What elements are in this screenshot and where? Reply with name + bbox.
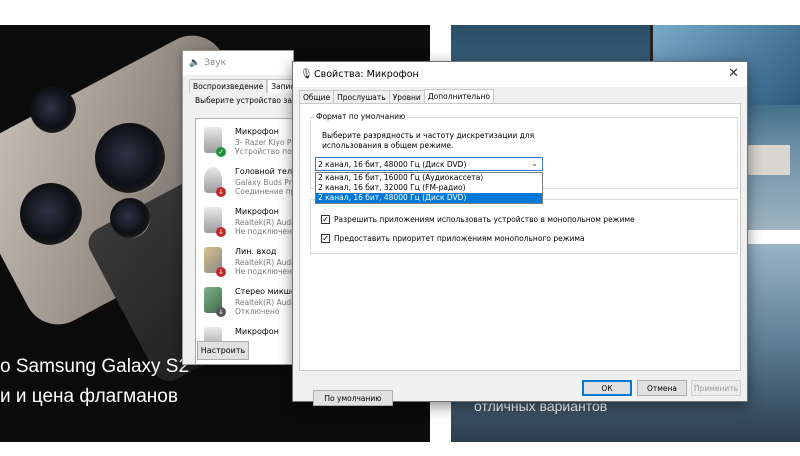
format-option[interactable]: 2 канал, 16 бит, 32000 Гц (FM-радио) xyxy=(316,183,542,193)
default-format-select[interactable]: 2 канал, 16 бит, 48000 Гц (Диск DVD) ⌄ xyxy=(315,157,543,171)
device-driver: Realtek(R) Audio xyxy=(235,218,294,227)
device-driver: Galaxy Buds Pro xyxy=(235,178,294,187)
tab-playback[interactable]: Воспроизведение xyxy=(189,79,268,93)
article-title-line2: и и цена флагманов xyxy=(0,386,178,407)
exclusive-priority-row[interactable]: ✓ Предоставить приоритет приложениям мон… xyxy=(321,234,585,243)
device-item[interactable]: ↓ Микрофон Realtek(R) Audio Не подключен… xyxy=(196,203,294,243)
default-format-selected: 2 канал, 16 бит, 48000 Гц (Диск DVD) xyxy=(318,159,467,169)
exclusive-priority-checkbox[interactable]: ✓ xyxy=(321,234,330,243)
device-state: Не подключено xyxy=(235,227,294,236)
format-option-selected[interactable]: 2 канал, 16 бит, 48000 Гц (Диск DVD) xyxy=(316,193,542,203)
chevron-down-icon: ⌄ xyxy=(531,159,538,168)
device-item[interactable]: ↓ Лин. вход Realtek(R) Audio Не подключе… xyxy=(196,243,294,283)
device-state: Отключено xyxy=(235,307,280,316)
allow-exclusive-row[interactable]: ✓ Разрешить приложениям использовать уст… xyxy=(321,215,635,224)
default-format-description: Выберите разрядность и частоту дискретиз… xyxy=(322,131,535,150)
device-item[interactable]: ✓ Микрофон 3- Razer Kiyo Pro Устройство … xyxy=(196,123,294,163)
device-name: Микрофон xyxy=(235,207,279,216)
disconnected-arrow-icon: ↓ xyxy=(216,267,226,277)
disconnected-arrow-icon: ↓ xyxy=(216,187,226,197)
screen: о Samsung Galaxy S2 и и цена флагманов о… xyxy=(0,0,800,456)
tab-advanced[interactable]: Дополнительно xyxy=(423,89,495,104)
ok-button[interactable]: ОК xyxy=(582,380,632,396)
apply-button[interactable]: Применить xyxy=(691,380,741,396)
camera-lens-4 xyxy=(110,198,150,238)
recording-device-list[interactable]: ✓ Микрофон 3- Razer Kiyo Pro Устройство … xyxy=(195,118,294,364)
advanced-panel: Формат по умолчанию Выберите разрядность… xyxy=(299,103,741,406)
sound-titlebar: 🔈 Звук xyxy=(183,51,293,75)
tab-recording[interactable]: Запись xyxy=(267,79,293,93)
cancel-button[interactable]: Отмена xyxy=(637,380,687,396)
default-format-dropdown[interactable]: 2 канал, 16 бит, 16000 Гц (Аудиокассета)… xyxy=(315,172,543,204)
disconnected-arrow-icon: ↓ xyxy=(216,227,226,237)
camera-lens-2 xyxy=(20,183,82,245)
allow-exclusive-checkbox[interactable]: ✓ xyxy=(321,215,330,224)
exclusive-priority-label: Предоставить приоритет приложениям моноп… xyxy=(334,234,585,243)
device-state: Соединение пре xyxy=(235,187,294,196)
configure-button[interactable]: Настроить xyxy=(197,341,249,360)
default-format-legend: Формат по умолчанию xyxy=(314,112,408,121)
camera-lens-1 xyxy=(95,123,165,193)
sound-prompt: Выберите устройство запис xyxy=(195,96,293,105)
sound-window: 🔈 Звук Воспроизведение Запись З Выберите… xyxy=(182,50,294,365)
mic-window-title: Свойства: Микрофон xyxy=(314,69,419,80)
format-option[interactable]: 2 канал, 16 бит, 16000 Гц (Аудиокассета) xyxy=(316,173,542,183)
device-driver: Realtek(R) Audio xyxy=(235,298,294,307)
microphone-icon: 🎙 xyxy=(300,69,313,80)
device-name: Микрофон xyxy=(235,127,279,136)
device-item[interactable]: ↓ Головной телеф Galaxy Buds Pro Соедине… xyxy=(196,163,294,203)
device-name: Головной телеф xyxy=(235,167,293,176)
device-driver: 3- Razer Kiyo Pro xyxy=(235,138,294,147)
device-name: Микрофон xyxy=(235,327,279,336)
restore-defaults-button[interactable]: По умолчанию xyxy=(313,390,393,406)
device-name: Лин. вход xyxy=(235,247,277,256)
speaker-icon: 🔈 xyxy=(189,58,201,68)
article-title-line1: о Samsung Galaxy S2 xyxy=(0,356,190,377)
device-driver: Realtek(R) Audio xyxy=(235,258,294,267)
device-state: Не подключено xyxy=(235,267,294,276)
camera-lens-3 xyxy=(30,87,76,133)
device-name: Стерео микшер xyxy=(235,287,293,296)
device-state: Устройство по xyxy=(235,147,292,156)
device-item[interactable]: ↓ Стерео микшер Realtek(R) Audio Отключе… xyxy=(196,283,294,323)
close-icon[interactable]: ✕ xyxy=(728,66,739,81)
default-device-check-icon: ✓ xyxy=(216,147,226,157)
article-title-galaxy[interactable]: о Samsung Galaxy S2 и и цена флагманов xyxy=(0,352,189,412)
disabled-arrow-icon: ↓ xyxy=(216,307,226,317)
exclusive-mode-group: ✓ Разрешить приложениям использовать уст… xyxy=(310,199,738,254)
allow-exclusive-label: Разрешить приложениям использовать устро… xyxy=(334,215,635,224)
sound-window-title: Звук xyxy=(204,58,227,68)
microphone-properties-window: 🎙 Свойства: Микрофон ✕ Общие Прослушать … xyxy=(292,61,748,406)
mic-titlebar: 🎙 Свойства: Микрофон ✕ xyxy=(293,62,747,87)
sound-tabs: Воспроизведение Запись З xyxy=(189,79,293,93)
